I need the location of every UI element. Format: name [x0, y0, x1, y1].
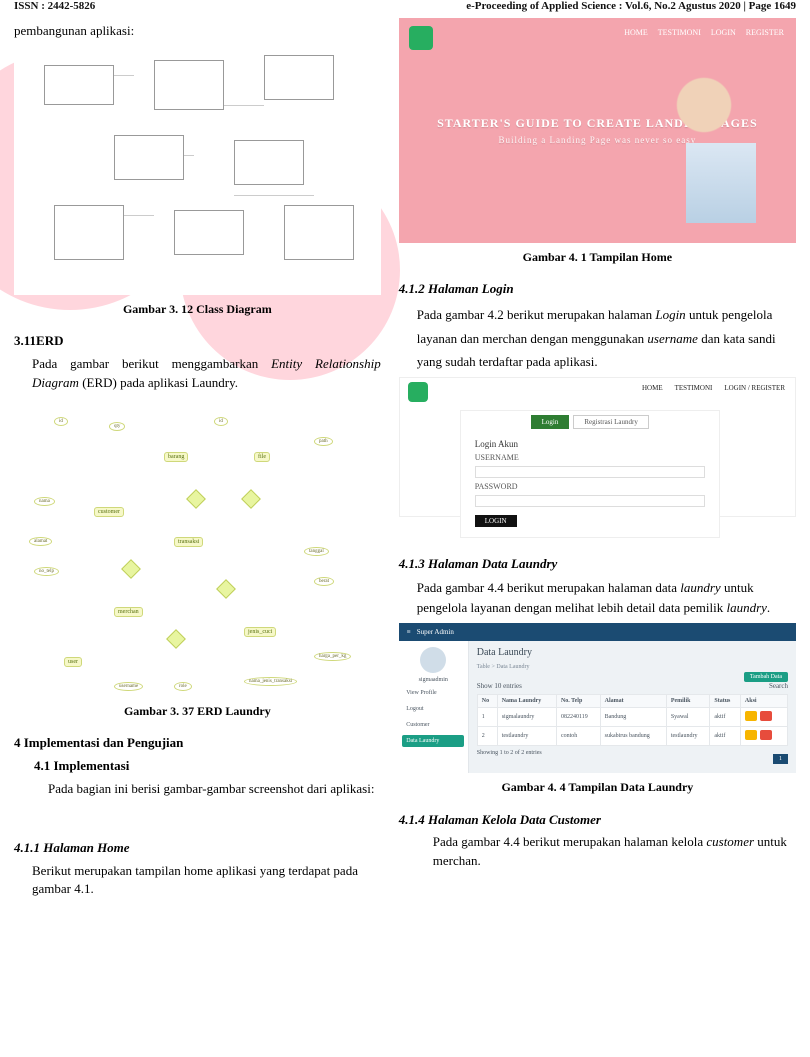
cell: testlaundry: [497, 727, 556, 746]
nav-item: HOME: [624, 28, 648, 37]
issn-label: ISSN : 2442-5826: [14, 0, 95, 12]
cell-actions: [740, 727, 787, 746]
col-pemilik[interactable]: Pemilik: [666, 695, 710, 708]
cell: aktif: [710, 708, 741, 727]
delete-icon[interactable]: [760, 730, 772, 740]
app-logo-icon: [408, 382, 428, 402]
table-footer-info: Showing 1 to 2 of 2 entries: [477, 750, 542, 756]
tab-login[interactable]: Login: [531, 415, 570, 429]
password-input[interactable]: [475, 495, 705, 507]
paragraph: pembangunan aplikasi:: [14, 22, 381, 41]
col-aksi: Aksi: [740, 695, 787, 708]
sidebar-item-logout[interactable]: Logout: [402, 703, 464, 715]
cell-actions: [740, 708, 787, 727]
hero-person-image: [656, 73, 776, 233]
table-row: 1 sigmalaundry 082240119 Bandung Syawal …: [477, 708, 787, 727]
page-header: ISSN : 2442-5826 e-Proceeding of Applied…: [0, 0, 810, 18]
username-input[interactable]: [475, 466, 705, 478]
breadcrumb: Table > Data Laundry: [477, 664, 788, 670]
nav-item: LOGIN: [711, 28, 736, 37]
section-heading: 4.1.2 Halaman Login: [399, 280, 796, 299]
cell: contoh: [556, 727, 600, 746]
add-data-button[interactable]: Tambah Data: [744, 672, 788, 682]
cell: sigmalaundry: [497, 708, 556, 727]
label-username: USERNAME: [475, 453, 705, 462]
login-title: Login Akun: [475, 439, 705, 449]
paragraph: Pada gambar berikut menggambarkan Entity…: [14, 355, 381, 393]
pager[interactable]: 1: [773, 754, 788, 764]
table-row: 2 testlaundry contoh sukabirus bandung t…: [477, 727, 787, 746]
admin-topbar: ≡ Super Admin: [399, 623, 796, 641]
section-heading: 4.1 Implementasi: [14, 757, 381, 776]
nav-item: TESTIMONI: [658, 28, 701, 37]
search-label: Search: [769, 682, 788, 690]
section-heading: 4.1.4 Halaman Kelola Data Customer: [399, 811, 796, 830]
paragraph: Berikut merupakan tampilan home aplikasi…: [14, 862, 381, 900]
show-entries: Show 10 entries: [477, 682, 522, 690]
section-heading: 3.11ERD: [14, 332, 381, 351]
figure-caption: Gambar 3. 12 Class Diagram: [14, 301, 381, 318]
screenshot-nav: HOME TESTIMONI LOGIN / REGISTER: [642, 384, 785, 392]
col-telp[interactable]: No. Telp: [556, 695, 600, 708]
section-heading: 4.1.1 Halaman Home: [14, 839, 381, 858]
section-heading: 4 Implementasi dan Pengujian: [14, 734, 381, 753]
col-nama[interactable]: Nama Laundry: [497, 695, 556, 708]
cell: testlaundry: [666, 727, 710, 746]
admin-brand: Super Admin: [417, 628, 454, 636]
cell: 2: [477, 727, 497, 746]
nav-item: LOGIN / REGISTER: [724, 384, 785, 392]
sidebar-item-customer[interactable]: Customer: [402, 719, 464, 731]
col-no[interactable]: No: [477, 695, 497, 708]
sidebar-item-profile[interactable]: View Profile: [402, 687, 464, 699]
edit-icon[interactable]: [745, 711, 757, 721]
figure-caption: Gambar 3. 37 ERD Laundry: [14, 703, 381, 720]
admin-username: sigmaadmin: [419, 677, 448, 683]
delete-icon[interactable]: [760, 711, 772, 721]
paragraph: Pada gambar 4.4 berikut merupakan halama…: [399, 578, 796, 620]
cell: 1: [477, 708, 497, 727]
paragraph: Pada bagian ini berisi gambar-gambar scr…: [14, 780, 381, 799]
nav-item: TESTIMONI: [675, 384, 713, 392]
tab-register[interactable]: Registrasi Laundry: [573, 415, 648, 429]
app-logo-icon: [409, 26, 433, 50]
login-button[interactable]: LOGIN: [475, 515, 517, 527]
figure-home-screenshot: HOME TESTIMONI LOGIN REGISTER STARTER'S …: [399, 18, 796, 243]
table-header-row: No Nama Laundry No. Telp Alamat Pemilik …: [477, 695, 787, 708]
figure-class-diagram: [14, 45, 381, 295]
nav-item: HOME: [642, 384, 663, 392]
screenshot-nav: HOME TESTIMONI LOGIN REGISTER: [624, 28, 784, 37]
login-card: Login Registrasi Laundry Login Akun USER…: [460, 410, 720, 538]
label-password: PASSWORD: [475, 482, 705, 491]
data-table: No Nama Laundry No. Telp Alamat Pemilik …: [477, 694, 788, 746]
cell: sukabirus bandung: [600, 727, 666, 746]
figure-admin-screenshot: ≡ Super Admin sigmaadmin View Profile Lo…: [399, 623, 796, 773]
figure-caption: Gambar 4. 1 Tampilan Home: [399, 249, 796, 266]
col-alamat[interactable]: Alamat: [600, 695, 666, 708]
paragraph: Pada gambar 4.4 berikut merupakan halama…: [399, 833, 796, 871]
figure-caption: Gambar 4. 4 Tampilan Data Laundry: [399, 779, 796, 796]
proceeding-label: e-Proceeding of Applied Science : Vol.6,…: [466, 0, 796, 12]
paragraph: Pada gambar 4.2 berikut merupakan halama…: [399, 303, 796, 373]
edit-icon[interactable]: [745, 730, 757, 740]
figure-erd: transaksi barang file customer merchan j…: [14, 397, 381, 697]
cell: 082240119: [556, 708, 600, 727]
panel-title: Data Laundry: [477, 647, 788, 658]
figure-login-screenshot: HOME TESTIMONI LOGIN / REGISTER Login Re…: [399, 377, 796, 517]
avatar: [420, 647, 446, 673]
section-heading: 4.1.3 Halaman Data Laundry: [399, 555, 796, 574]
col-status[interactable]: Status: [710, 695, 741, 708]
sidebar-item-data-laundry[interactable]: Data Laundry: [402, 735, 464, 747]
cell: aktif: [710, 727, 741, 746]
cell: Bandung: [600, 708, 666, 727]
admin-sidebar: sigmaadmin View Profile Logout Customer …: [399, 641, 469, 773]
cell: Syawal: [666, 708, 710, 727]
menu-icon[interactable]: ≡: [407, 628, 411, 636]
nav-item: REGISTER: [746, 28, 784, 37]
